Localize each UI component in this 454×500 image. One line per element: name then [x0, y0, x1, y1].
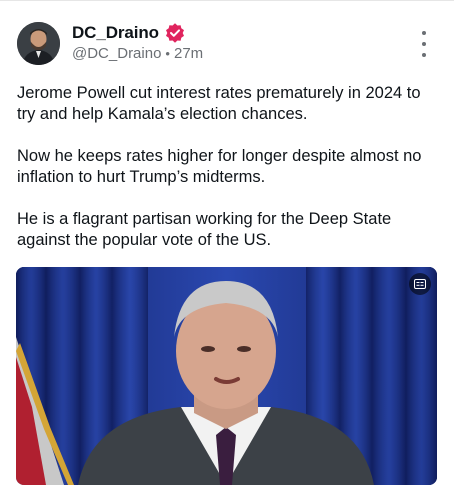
post-video-thumbnail[interactable]: [16, 267, 437, 485]
post-paragraph: Jerome Powell cut interest rates prematu…: [17, 84, 421, 123]
meta-separator: •: [165, 46, 170, 61]
post-paragraph: Now he keeps rates higher for longer des…: [17, 147, 422, 186]
closed-captions-icon[interactable]: [409, 273, 431, 295]
author-display-name[interactable]: DC_Draino: [72, 23, 159, 43]
avatar[interactable]: [17, 22, 60, 65]
verified-badge-icon: [165, 23, 185, 43]
author-handle[interactable]: @DC_Draino: [72, 45, 161, 62]
post-timestamp[interactable]: 27m: [174, 45, 203, 62]
post-body: Jerome Powell cut interest rates prematu…: [17, 83, 442, 272]
post-paragraph: He is a flagrant partisan working for th…: [17, 210, 392, 249]
post-card[interactable]: DC_Draino @DC_Draino • 27m Jerome Powell…: [0, 0, 454, 500]
more-options-icon[interactable]: [412, 31, 436, 57]
